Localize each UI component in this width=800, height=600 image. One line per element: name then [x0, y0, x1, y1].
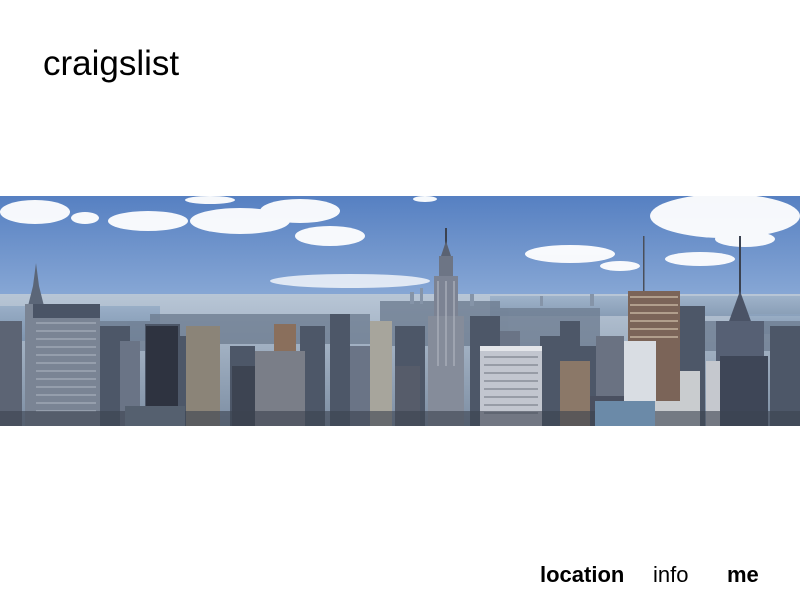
nav-me-link[interactable]: me: [727, 561, 759, 589]
skyline-image: [0, 196, 800, 426]
craigslist-logo[interactable]: craigslist: [43, 44, 179, 84]
city-skyline-banner: [0, 196, 800, 426]
page: craigslist location info me: [0, 0, 800, 600]
nav-info-link[interactable]: info: [653, 561, 688, 589]
nav-location-link[interactable]: location: [540, 561, 624, 589]
